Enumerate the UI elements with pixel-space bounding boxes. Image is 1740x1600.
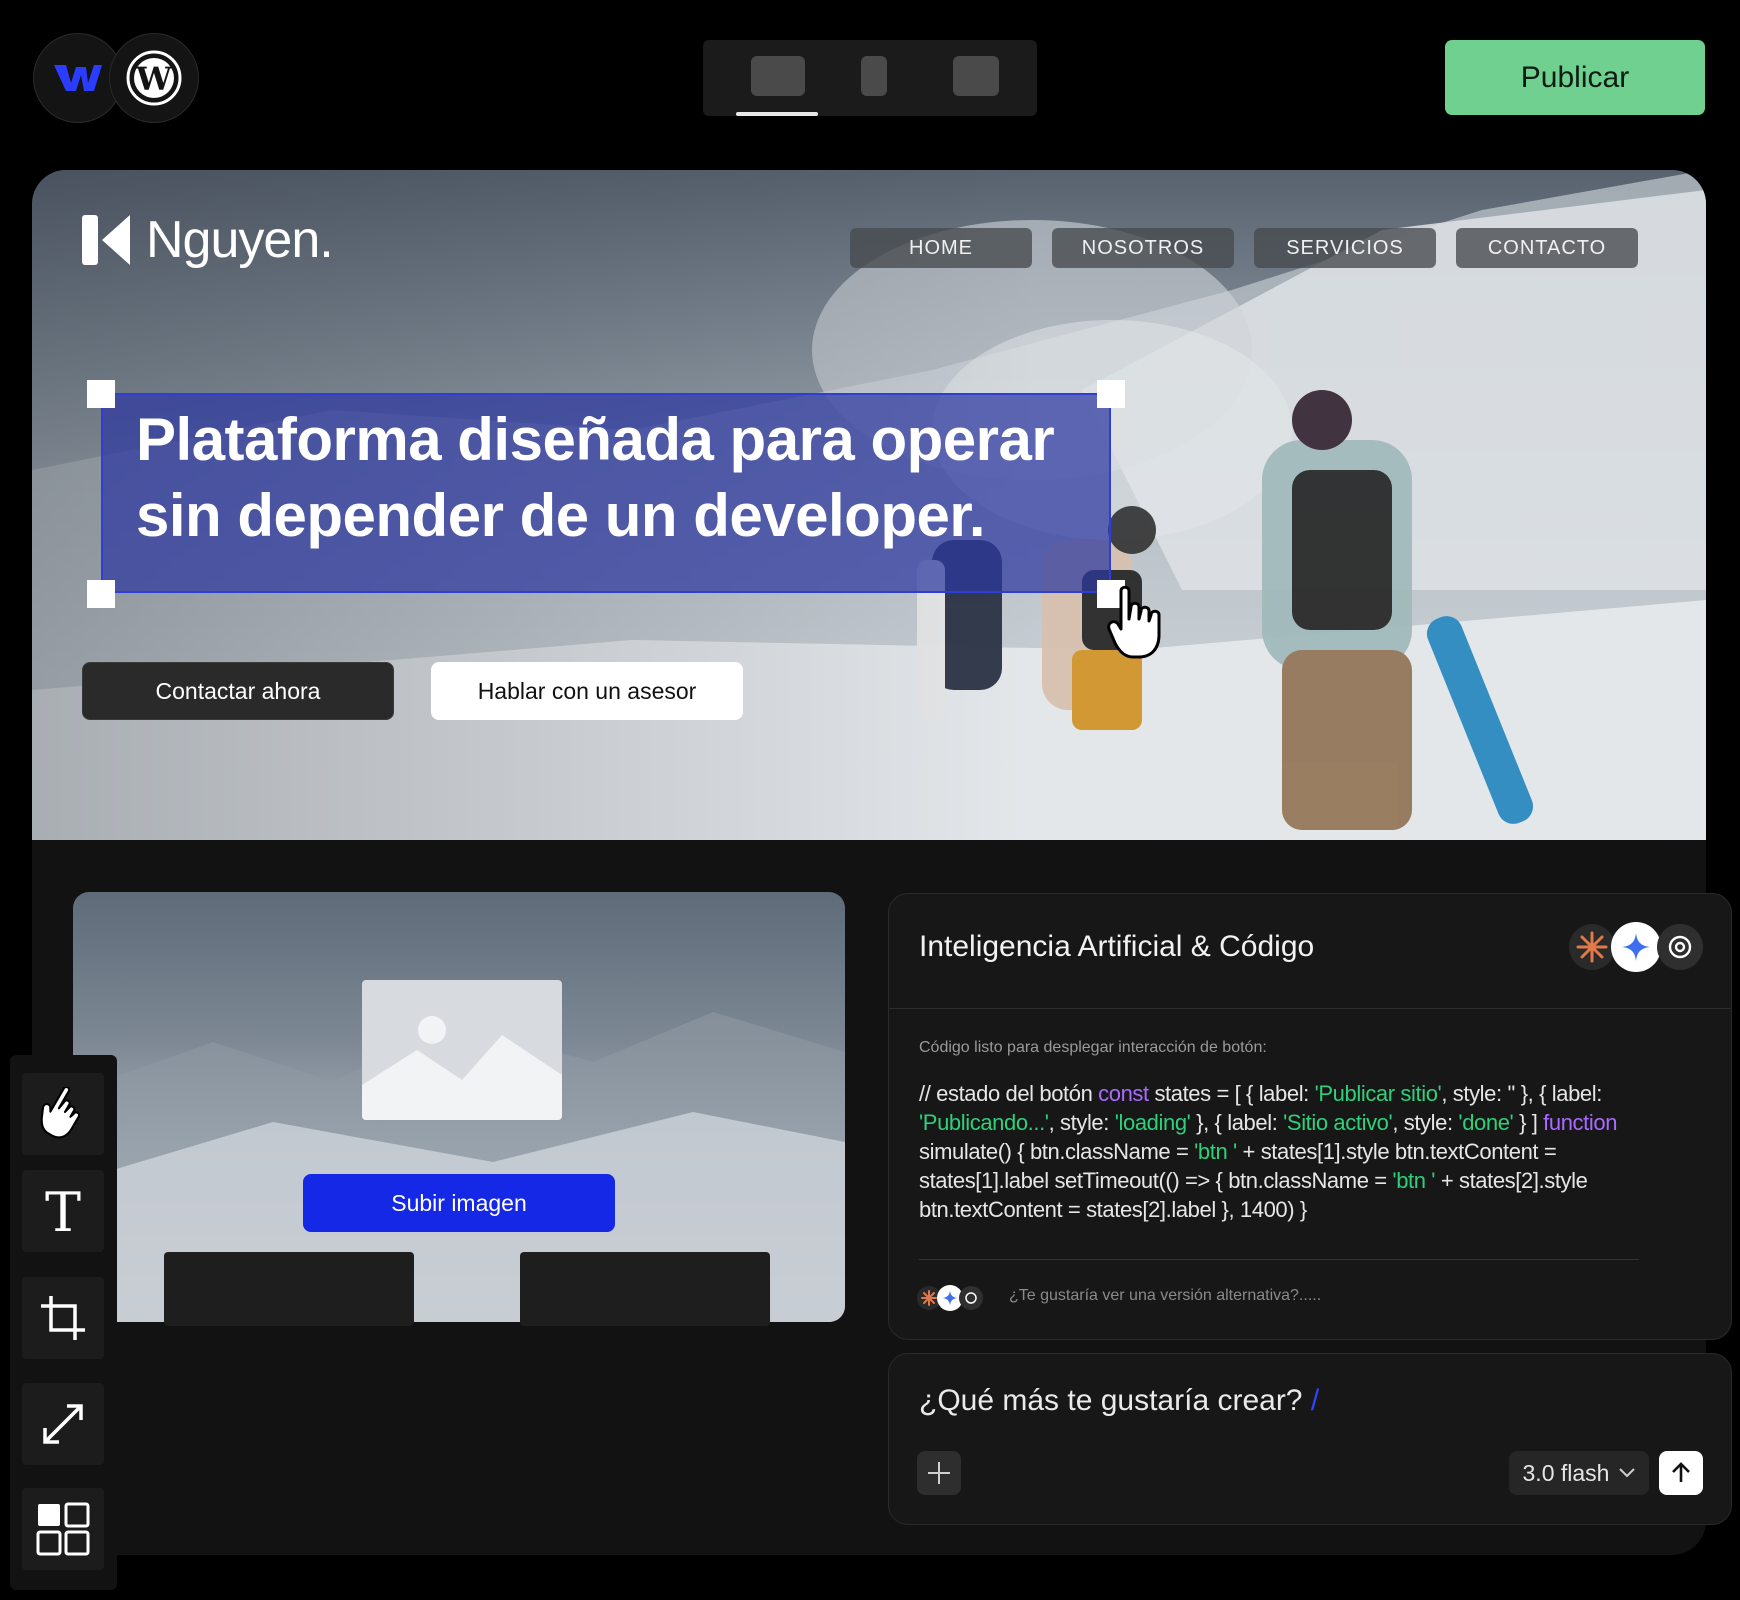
ai-panel-subtitle: Código listo para desplegar interacción …: [919, 1039, 1267, 1056]
code-token: }, { label:: [1190, 1110, 1284, 1135]
webflow-icon: [54, 65, 102, 91]
add-attachment-button[interactable]: [917, 1451, 961, 1495]
tool-palette: T: [10, 1055, 117, 1590]
plus-icon: [928, 1462, 950, 1484]
headline-line-2: sin depender de un developer.: [136, 482, 986, 549]
model-select[interactable]: 3.0 flash: [1509, 1451, 1649, 1495]
resize-handle-top-left[interactable]: [87, 380, 115, 408]
tool-crop[interactable]: [22, 1277, 104, 1359]
send-button[interactable]: [1659, 1451, 1703, 1495]
tool-select[interactable]: [22, 1073, 104, 1155]
site-preview-frame: Nguyen. HOME NOSOTROS SERVICIOS CONTACTO…: [32, 170, 1706, 1555]
ai-code-panel: Inteligencia Artificial & Código Código …: [888, 893, 1732, 1340]
site-brand[interactable]: Nguyen.: [82, 210, 334, 270]
nav-item-contacto[interactable]: CONTACTO: [1456, 228, 1638, 268]
site-nav: HOME NOSOTROS SERVICIOS CONTACTO: [850, 228, 1638, 268]
placeholder-block-1: [164, 1252, 414, 1326]
talk-advisor-button[interactable]: Hablar con un asesor: [431, 662, 743, 720]
nav-item-servicios[interactable]: SERVICIOS: [1254, 228, 1436, 268]
hero-section: Nguyen. HOME NOSOTROS SERVICIOS CONTACTO…: [32, 170, 1706, 840]
code-token: const: [1098, 1081, 1149, 1106]
resize-handle-top-right[interactable]: [1097, 380, 1125, 408]
publish-button[interactable]: Publicar: [1445, 40, 1705, 115]
text-icon: T: [45, 1185, 81, 1237]
tool-text[interactable]: T: [22, 1170, 104, 1252]
code-token: states = [ { label:: [1148, 1081, 1315, 1106]
device-switcher: [703, 40, 1037, 116]
openai-mini-icon: [959, 1286, 983, 1310]
wordpress-logo[interactable]: W: [109, 33, 199, 123]
resize-handle-bottom-left[interactable]: [87, 580, 115, 608]
code-token: // estado del botón: [919, 1081, 1099, 1106]
code-token: 'btn ': [1194, 1139, 1237, 1164]
image-placeholder-icon: [362, 980, 562, 1120]
svg-text:W: W: [135, 60, 173, 98]
brand-name: Nguyen.: [146, 211, 334, 269]
chevron-down-icon: [1619, 1468, 1636, 1478]
code-token: 'loading': [1114, 1110, 1191, 1135]
prompt-panel: ¿Qué más te gustaría crear? / 3.0 flash: [888, 1353, 1732, 1525]
arrow-up-icon: [1672, 1462, 1690, 1482]
alternative-version-hint[interactable]: ¿Te gustaría ver una versión alternativa…: [1009, 1287, 1321, 1305]
openai-icon[interactable]: [1657, 924, 1703, 970]
nav-item-nosotros[interactable]: NOSOTROS: [1052, 228, 1234, 268]
ai-panel-divider: [889, 1008, 1731, 1009]
prompt-input[interactable]: ¿Qué más te gustaría crear? /: [919, 1384, 1319, 1418]
resize-icon: [43, 1404, 83, 1444]
code-token: , style:: [1392, 1110, 1459, 1135]
hand-cursor-icon: [1107, 585, 1161, 659]
wordpress-icon: W: [126, 50, 182, 106]
headline-line-1: Plataforma diseñada para operar: [136, 406, 1055, 473]
tool-resize[interactable]: [22, 1383, 104, 1465]
code-token: , style: '' }, { label:: [1441, 1081, 1602, 1106]
nav-item-home[interactable]: HOME: [850, 228, 1032, 268]
ai-panel-divider-2: [919, 1259, 1639, 1260]
ai-panel-title: Inteligencia Artificial & Código: [919, 930, 1315, 963]
code-snippet: // estado del botón const states = [ { l…: [919, 1079, 1659, 1224]
code-token: , style:: [1048, 1110, 1115, 1135]
contact-now-button[interactable]: Contactar ahora: [82, 662, 394, 720]
active-device-indicator: [736, 112, 818, 116]
hero-headline[interactable]: Plataforma diseñada para operar sin depe…: [136, 402, 1096, 554]
code-token: 'Publicando...': [919, 1110, 1049, 1135]
text-caret: /: [1310, 1384, 1320, 1417]
prompt-question: ¿Qué más te gustaría crear?: [919, 1384, 1303, 1417]
brand-logo-icon: [82, 215, 130, 265]
gemini-icon[interactable]: [1611, 922, 1661, 972]
hand-pointer-icon: [40, 1087, 81, 1139]
code-token: 'btn ': [1392, 1168, 1436, 1193]
tablet-view-button[interactable]: [861, 56, 887, 96]
tool-grid[interactable]: [22, 1488, 104, 1570]
mobile-view-button[interactable]: [953, 56, 999, 96]
desktop-view-button[interactable]: [751, 56, 805, 96]
code-token: 'Sitio activo': [1283, 1110, 1393, 1135]
model-select-value: 3.0 flash: [1522, 1459, 1610, 1486]
crop-icon: [41, 1296, 85, 1340]
claude-icon[interactable]: [1569, 924, 1615, 970]
code-token: 'done': [1458, 1110, 1514, 1135]
code-token: 'Publicar sitio': [1314, 1081, 1442, 1106]
code-token: } ]: [1513, 1110, 1544, 1135]
grid-icon: [36, 1502, 90, 1556]
code-token: function: [1543, 1110, 1618, 1135]
svg-text:T: T: [45, 1185, 81, 1237]
upload-image-button[interactable]: Subir imagen: [303, 1174, 615, 1232]
placeholder-block-2: [520, 1252, 770, 1326]
code-token: simulate() { btn.className =: [919, 1139, 1195, 1164]
